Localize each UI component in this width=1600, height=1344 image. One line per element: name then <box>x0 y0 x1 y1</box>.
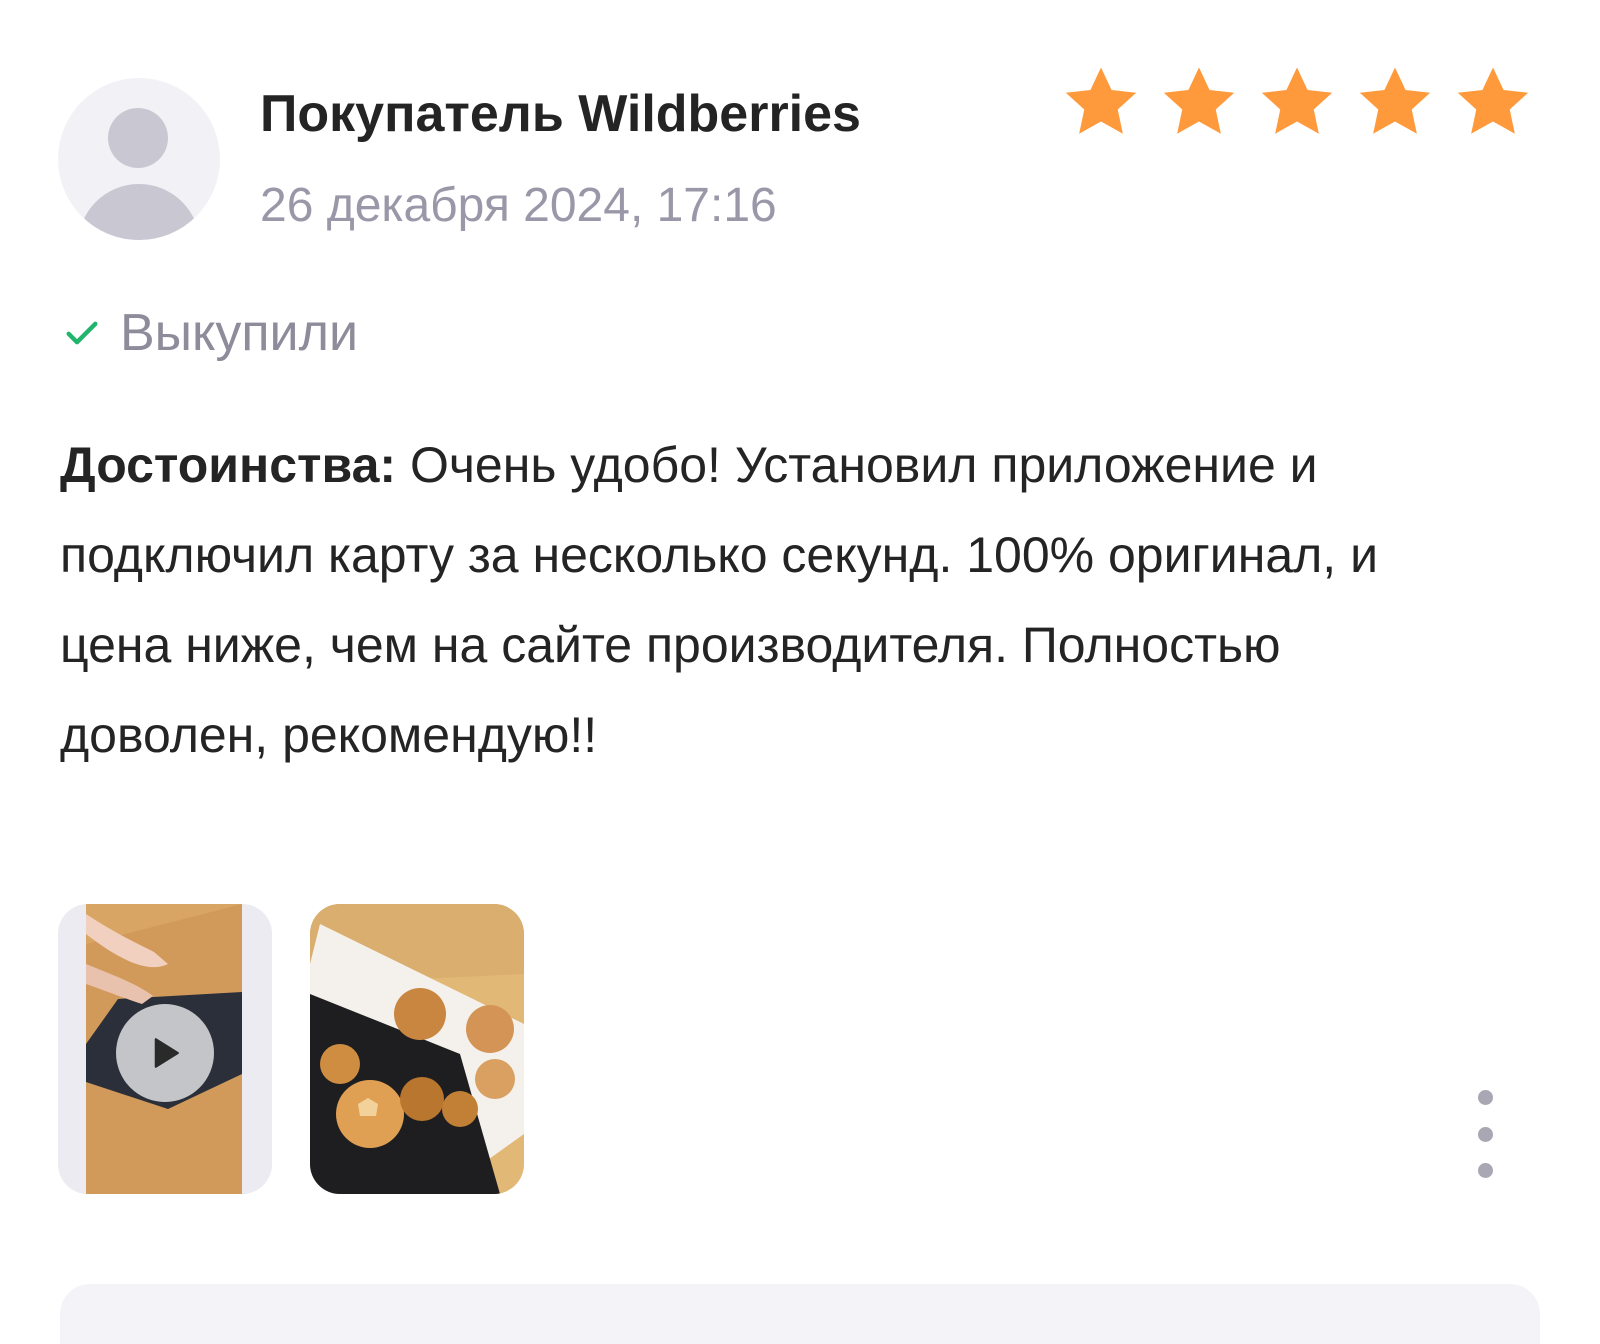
star-icon <box>1359 67 1431 134</box>
star-icon <box>1065 67 1137 134</box>
video-thumbnail[interactable] <box>58 904 272 1194</box>
more-options-button[interactable] <box>1470 1090 1500 1178</box>
check-icon <box>66 321 98 345</box>
avatar-head <box>108 108 168 168</box>
author-name: Покупатель Wildberries <box>260 85 861 143</box>
purchase-status: Выкупили <box>62 300 358 366</box>
star-icon <box>1163 67 1235 134</box>
status-label: Выкупили <box>120 304 358 362</box>
pros-label: Достоинства: <box>60 437 397 493</box>
star-icon <box>1457 67 1529 134</box>
rating-stars <box>1060 62 1534 152</box>
more-vertical-icon <box>1477 1126 1493 1142</box>
more-vertical-icon <box>1477 1163 1493 1178</box>
avatar-body <box>78 184 200 240</box>
review-card: Покупатель Wildberries 26 декабря 2024, … <box>0 0 1600 1344</box>
avatar <box>58 78 220 240</box>
photo-thumbnail[interactable] <box>310 904 524 1194</box>
review-date: 26 декабря 2024, 17:16 <box>260 179 777 232</box>
play-button[interactable] <box>116 1004 214 1102</box>
star-icon <box>1261 67 1333 134</box>
next-section-edge <box>60 1284 1540 1344</box>
photo-preview-image <box>310 904 524 1194</box>
review-text: Достоинства: Очень удобо! Установил прил… <box>60 420 1500 780</box>
more-vertical-icon <box>1477 1090 1493 1105</box>
play-icon <box>154 1038 179 1068</box>
